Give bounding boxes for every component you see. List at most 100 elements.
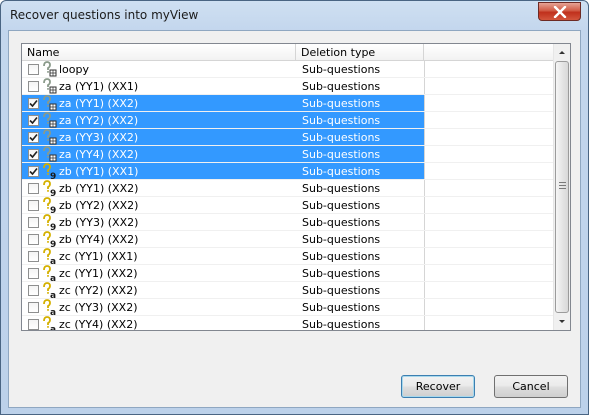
row-filler-cell — [424, 265, 554, 282]
row-deletion-type: Sub-questions — [302, 131, 381, 144]
scroll-thumb[interactable] — [555, 61, 569, 313]
row-deletion-type: Sub-questions — [302, 182, 381, 195]
list-item[interactable]: za (YY4) (XX2) Sub-questions — [22, 146, 554, 163]
row-deletion-type: Sub-questions — [302, 114, 381, 127]
list-rows: loopy Sub-questions za (YY1) (XX1) Sub-ques… — [22, 61, 554, 331]
column-header-name[interactable]: Name — [22, 44, 296, 61]
row-checkbox[interactable] — [28, 302, 39, 313]
row-filler-cell — [424, 214, 554, 231]
scroll-up-arrow-icon — [559, 51, 565, 54]
row-deletion-type: Sub-questions — [302, 284, 381, 297]
row-filler-cell — [424, 163, 554, 180]
svg-text:a: a — [50, 325, 56, 331]
row-deletion-type: Sub-questions — [302, 318, 381, 331]
list-item[interactable]: za (YY1) (XX2) Sub-questions — [22, 95, 554, 112]
row-checkbox[interactable] — [28, 81, 39, 92]
row-filler-cell — [424, 61, 554, 78]
row-checkbox[interactable] — [28, 217, 39, 228]
column-header-filler — [424, 44, 554, 61]
row-checkbox[interactable] — [28, 98, 39, 109]
row-checkbox[interactable] — [28, 64, 39, 75]
close-icon — [553, 6, 567, 18]
dialog-window: Recover questions into myView Name Delet… — [0, 0, 589, 415]
list-item[interactable]: a zc (YY2) (XX2) Sub-questions — [22, 282, 554, 301]
row-filler-cell — [424, 146, 554, 163]
row-checkbox[interactable] — [28, 132, 39, 143]
row-name: za (YY1) (XX2) — [59, 97, 139, 110]
question-grid-icon — [41, 78, 57, 95]
scroll-down-button[interactable] — [554, 313, 570, 330]
scroll-up-button[interactable] — [554, 44, 570, 61]
row-name: zb (YY3) (XX2) — [59, 216, 139, 229]
row-name: za (YY3) (XX2) — [59, 131, 139, 144]
row-name: zc (YY1) (XX2) — [59, 267, 138, 280]
column-header-deletion-type[interactable]: Deletion type — [296, 44, 424, 61]
list-item[interactable]: 9 zb (YY3) (XX2) Sub-questions — [22, 214, 554, 233]
question-a-icon: a — [41, 299, 57, 318]
row-deletion-type: Sub-questions — [302, 250, 381, 263]
question-grid-icon — [41, 146, 57, 163]
list-item[interactable]: 9 zb (YY1) (XX2) Sub-questions — [22, 180, 554, 199]
question-a-icon: a — [41, 282, 57, 301]
row-name: zc (YY2) (XX2) — [59, 284, 138, 297]
row-name: zc (YY3) (XX2) — [59, 301, 138, 314]
svg-text:9: 9 — [50, 189, 56, 197]
question-a-icon: a — [41, 265, 57, 284]
row-deletion-type: Sub-questions — [302, 216, 381, 229]
row-filler-cell — [424, 180, 554, 197]
row-deletion-type: Sub-questions — [302, 148, 381, 161]
row-name: za (YY4) (XX2) — [59, 148, 139, 161]
row-name: zb (YY2) (XX2) — [59, 199, 139, 212]
question-grid-icon — [41, 129, 57, 146]
row-checkbox[interactable] — [28, 319, 39, 330]
list-item[interactable]: a zc (YY3) (XX2) Sub-questions — [22, 299, 554, 318]
list-item[interactable]: 9 zb (YY1) (XX1) Sub-questions — [22, 163, 554, 182]
row-filler-cell — [424, 112, 554, 129]
row-deletion-type: Sub-questions — [302, 63, 381, 76]
question-list[interactable]: Name Deletion type loopy Sub-questions za … — [21, 43, 571, 331]
row-filler-cell — [424, 78, 554, 95]
row-checkbox[interactable] — [28, 285, 39, 296]
question-grid-icon — [41, 61, 57, 78]
scroll-down-arrow-icon — [559, 320, 565, 323]
svg-text:9: 9 — [50, 240, 56, 248]
row-checkbox[interactable] — [28, 115, 39, 126]
svg-text:a: a — [50, 274, 56, 282]
recover-button[interactable]: Recover — [401, 375, 475, 398]
question-grid-icon — [41, 95, 57, 112]
list-item[interactable]: 9 zb (YY4) (XX2) Sub-questions — [22, 231, 554, 250]
list-item[interactable]: a zc (YY1) (XX1) Sub-questions — [22, 248, 554, 267]
list-header: Name Deletion type — [22, 44, 554, 61]
question-9-icon: 9 — [41, 197, 57, 216]
row-checkbox[interactable] — [28, 183, 39, 194]
list-item[interactable]: za (YY2) (XX2) Sub-questions — [22, 112, 554, 129]
row-checkbox[interactable] — [28, 200, 39, 211]
window-title: Recover questions into myView — [10, 8, 199, 22]
row-checkbox[interactable] — [28, 268, 39, 279]
list-item[interactable]: za (YY3) (XX2) Sub-questions — [22, 129, 554, 146]
list-item[interactable]: a zc (YY4) (XX2) Sub-questions — [22, 316, 554, 331]
row-checkbox[interactable] — [28, 166, 39, 177]
svg-text:9: 9 — [50, 172, 56, 180]
list-item[interactable]: loopy Sub-questions — [22, 61, 554, 78]
list-item[interactable]: za (YY1) (XX1) Sub-questions — [22, 78, 554, 95]
row-checkbox[interactable] — [28, 234, 39, 245]
row-name: zc (YY1) (XX1) — [59, 250, 138, 263]
row-checkbox[interactable] — [28, 149, 39, 160]
row-filler-cell — [424, 248, 554, 265]
row-name: loopy — [59, 63, 90, 76]
row-name: za (YY2) (XX2) — [59, 114, 139, 127]
dialog-client-area: Name Deletion type loopy Sub-questions za … — [8, 30, 581, 408]
list-item[interactable]: a zc (YY1) (XX2) Sub-questions — [22, 265, 554, 284]
svg-text:9: 9 — [50, 223, 56, 231]
row-checkbox[interactable] — [28, 251, 39, 262]
question-a-icon: a — [41, 248, 57, 267]
vertical-scrollbar[interactable] — [553, 44, 570, 330]
close-button[interactable] — [538, 2, 581, 21]
title-bar[interactable]: Recover questions into myView — [1, 1, 588, 30]
question-grid-icon — [41, 112, 57, 129]
list-item[interactable]: 9 zb (YY2) (XX2) Sub-questions — [22, 197, 554, 216]
cancel-button[interactable]: Cancel — [494, 375, 568, 398]
scroll-grip-icon — [559, 182, 566, 189]
row-filler-cell — [424, 129, 554, 146]
